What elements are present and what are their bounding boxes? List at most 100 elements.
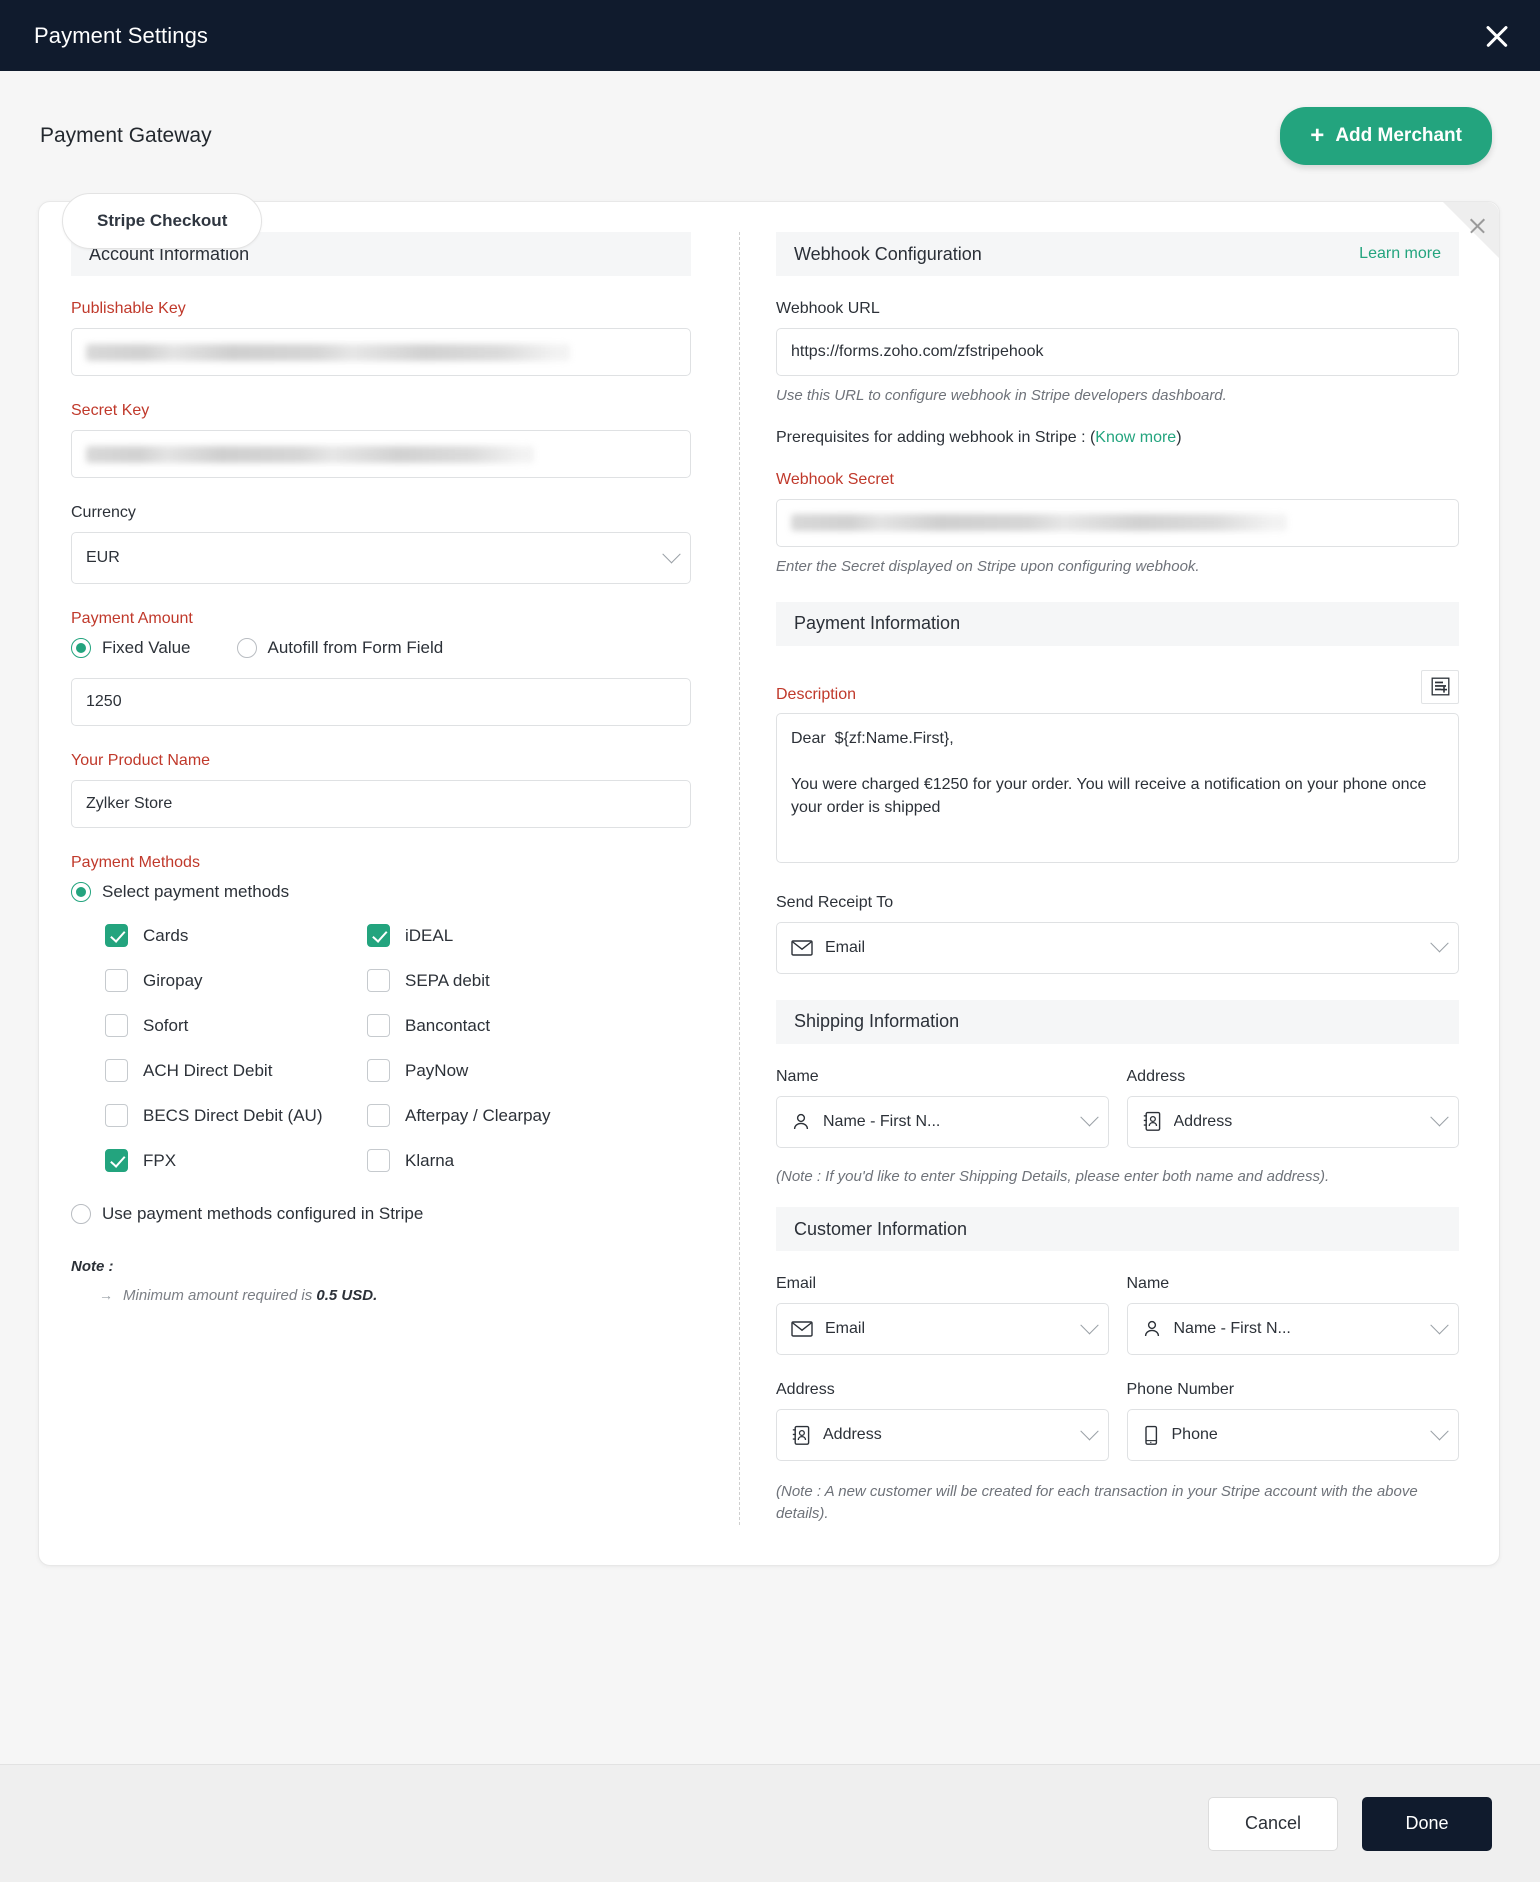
customer-email-select[interactable]: Email — [776, 1303, 1109, 1356]
product-name-field: Your Product Name Zylker Store — [71, 752, 691, 828]
send-receipt-to-select[interactable]: Email — [776, 921, 1459, 974]
customer-name-select[interactable]: Name - First N... — [1126, 1303, 1459, 1356]
done-button[interactable]: Done — [1362, 1796, 1492, 1851]
radio-select-payment-methods[interactable]: Select payment methods — [71, 882, 289, 902]
shipping-note: (Note : If you'd like to enter Shipping … — [776, 1167, 1330, 1185]
tab-bar: Stripe Checkout — [0, 165, 1540, 249]
shipping-address-select[interactable]: Address — [1126, 1095, 1459, 1148]
checkbox-cards[interactable]: Cards — [105, 924, 367, 947]
know-more-link[interactable]: Know more — [1095, 429, 1176, 446]
customer-address-field: Address Address — [776, 1381, 1109, 1462]
secret-key-input[interactable] — [71, 430, 691, 478]
tab-stripe-checkout[interactable]: Stripe Checkout — [62, 193, 263, 249]
account-information-panel: Account Information Publishable Key Secr… — [39, 232, 739, 1525]
product-name-input[interactable]: Zylker Store — [71, 780, 691, 828]
checkbox-icon — [105, 969, 128, 992]
checkbox-label: BECS Direct Debit (AU) — [143, 1105, 323, 1125]
chevron-down-icon — [1430, 1421, 1449, 1441]
learn-more-link[interactable]: Learn more — [1359, 245, 1441, 263]
cancel-button[interactable]: Cancel — [1208, 1796, 1338, 1851]
description-field: Description Dear ${zf:Name.First}, You w… — [776, 669, 1459, 868]
description-textarea[interactable]: Dear ${zf:Name.First}, You were charged … — [776, 712, 1459, 863]
radio-use-stripe-configured-methods[interactable]: Use payment methods configured in Stripe — [71, 1204, 423, 1224]
publishable-key-input[interactable] — [71, 328, 691, 376]
checkbox-label: Giropay — [143, 970, 203, 990]
checkbox-icon — [105, 1104, 128, 1127]
section-title: Shipping Information — [794, 1011, 960, 1031]
radio-icon — [71, 638, 91, 658]
masked-value — [791, 514, 1288, 532]
customer-email-field: Email Email — [776, 1275, 1109, 1356]
customer-email-label: Email — [776, 1275, 817, 1293]
send-receipt-to-label: Send Receipt To — [776, 893, 894, 911]
payment-methods-mode-select: Select payment methods — [71, 882, 691, 902]
checkbox-icon — [367, 1014, 390, 1037]
webhook-url-hint: Use this URL to configure webhook in Str… — [776, 387, 1227, 404]
shipping-name-select[interactable]: Name - First N... — [776, 1095, 1109, 1148]
checkbox-fpx[interactable]: FPX — [105, 1149, 367, 1172]
address-book-icon — [791, 1425, 811, 1446]
currency-label: Currency — [71, 504, 136, 521]
section-title: Webhook Configuration — [794, 243, 982, 264]
webhook-secret-input[interactable] — [776, 498, 1459, 547]
checkbox-sepa-debit[interactable]: SEPA debit — [367, 969, 691, 992]
chevron-down-icon — [1430, 1108, 1449, 1127]
checkbox-klarna[interactable]: Klarna — [367, 1149, 691, 1172]
payment-amount-input[interactable]: 1250 — [71, 678, 691, 726]
checkbox-paynow[interactable]: PayNow — [367, 1059, 691, 1082]
checkbox-icon — [367, 1059, 390, 1082]
customer-address-label: Address — [776, 1381, 835, 1399]
checkbox-ach-direct-debit[interactable]: ACH Direct Debit — [105, 1059, 367, 1082]
add-merchant-button[interactable]: + Add Merchant — [1280, 107, 1492, 165]
webhook-url-value: https://forms.zoho.com/zfstripehook — [791, 343, 1044, 360]
chevron-down-icon — [1079, 1421, 1099, 1441]
radio-fixed-value[interactable]: Fixed Value — [71, 638, 191, 658]
insert-field-icon[interactable] — [1421, 669, 1459, 704]
checkbox-label: ACH Direct Debit — [143, 1060, 273, 1080]
dialog-body: Payment Gateway + Add Merchant Stripe Ch… — [0, 71, 1540, 1764]
masked-value — [86, 343, 570, 361]
customer-name-value: Name - First N... — [1173, 1320, 1291, 1338]
payment-methods-stripe-mode: Use payment methods configured in Stripe — [71, 1204, 691, 1224]
checkbox-label: Bancontact — [405, 1015, 491, 1035]
prereq-text: Prerequisites for adding webhook in Stri… — [776, 428, 1096, 446]
checkbox-becs-direct-debit-au[interactable]: BECS Direct Debit (AU) — [105, 1104, 367, 1127]
webhook-secret-field: Webhook Secret Enter the Secret displaye… — [776, 471, 1459, 578]
radio-label: Fixed Value — [102, 638, 191, 657]
shipping-information-header: Shipping Information — [776, 999, 1459, 1044]
customer-phone-field: Phone Number Phone — [1126, 1381, 1459, 1462]
webhook-url-input[interactable]: https://forms.zoho.com/zfstripehook — [776, 328, 1459, 376]
section-title: Customer Information — [794, 1218, 968, 1239]
checkbox-afterpay-clearpay[interactable]: Afterpay / Clearpay — [367, 1104, 691, 1127]
payment-amount-field: Payment Amount Fixed Value Autofill from… — [71, 610, 691, 726]
masked-value — [86, 445, 535, 463]
customer-note: (Note : A new customer will be created f… — [776, 1483, 1418, 1522]
prereq-close: ) — [1176, 428, 1182, 446]
checkbox-label: Sofort — [143, 1015, 189, 1035]
shipping-name-field: Name Name - First N... — [776, 1068, 1109, 1148]
customer-phone-select[interactable]: Phone — [1126, 1409, 1459, 1462]
customer-phone-value: Phone — [1171, 1426, 1218, 1444]
note-text: Minimum amount required is 0.5 USD. — [123, 1287, 378, 1304]
checkbox-label: FPX — [143, 1150, 177, 1170]
payment-settings-dialog: Payment Settings Payment Gateway + Add M… — [0, 0, 1540, 1882]
add-merchant-label: Add Merchant — [1335, 125, 1462, 146]
checkbox-sofort[interactable]: Sofort — [105, 1014, 367, 1037]
checkbox-label: PayNow — [405, 1060, 469, 1080]
checkbox-ideal[interactable]: iDEAL — [367, 924, 691, 947]
close-icon[interactable] — [1480, 19, 1514, 53]
checkbox-icon — [367, 1104, 390, 1127]
page-header: Payment Gateway + Add Merchant — [0, 71, 1540, 165]
webhook-and-payment-panel: Webhook Configuration Learn more Webhook… — [740, 232, 1499, 1525]
customer-address-select[interactable]: Address — [776, 1409, 1109, 1462]
minimum-amount-note: Note : → Minimum amount required is 0.5 … — [71, 1258, 691, 1304]
checkbox-giropay[interactable]: Giropay — [105, 969, 367, 992]
secret-key-field: Secret Key — [71, 402, 691, 478]
currency-select[interactable]: EUR — [71, 532, 691, 584]
shipping-name-label: Name — [776, 1067, 819, 1085]
shipping-name-value: Name - First N... — [823, 1112, 941, 1130]
checkbox-bancontact[interactable]: Bancontact — [367, 1014, 691, 1037]
radio-autofill-from-form-field[interactable]: Autofill from Form Field — [236, 638, 443, 658]
checkbox-icon — [105, 1014, 128, 1037]
webhook-url-field: Webhook URL https://forms.zoho.com/zfstr… — [776, 300, 1459, 407]
